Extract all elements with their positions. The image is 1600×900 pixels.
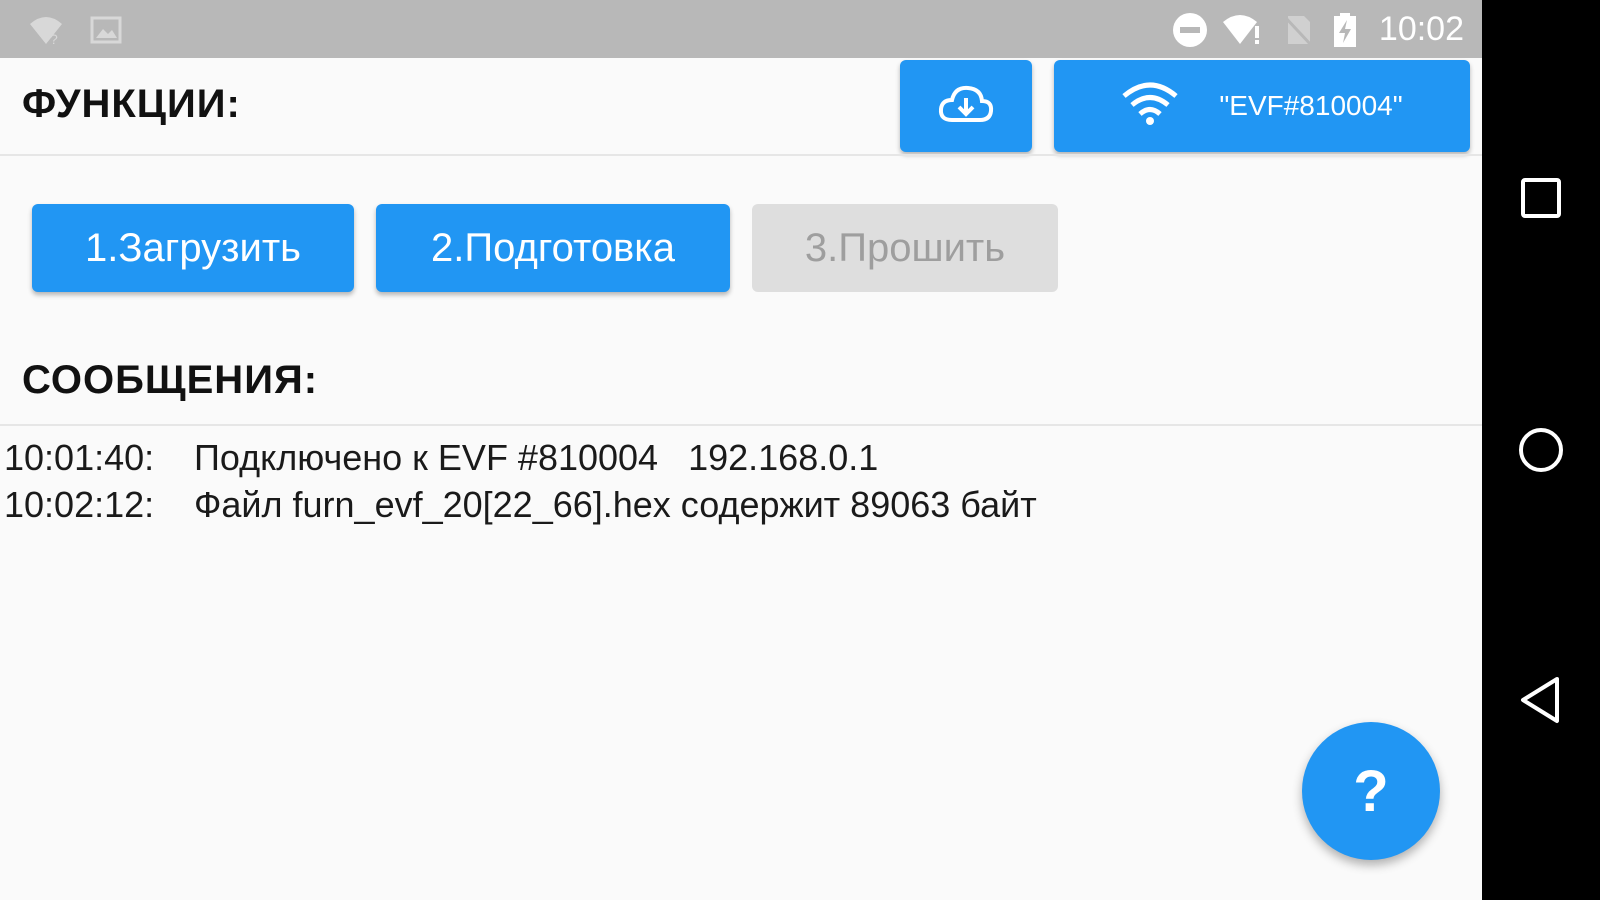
functions-title: ФУНКЦИИ: bbox=[22, 82, 241, 126]
log-row: 10:01:40: Подключено к EVF #810004 192.16… bbox=[4, 434, 1037, 481]
prepare-button[interactable]: 2.Подготовка bbox=[376, 204, 730, 292]
status-bar: ? 10:02 bbox=[0, 0, 1482, 58]
log-row: 10:02:12: Файл furn_evf_20[22_66].hex сод… bbox=[4, 481, 1037, 528]
log-text: Файл furn_evf_20[22_66].hex содержит 890… bbox=[194, 484, 1037, 525]
log-text: Подключено к EVF #810004 192.168.0.1 bbox=[194, 437, 879, 478]
image-icon bbox=[88, 12, 124, 48]
load-button[interactable]: 1.Загрузить bbox=[32, 204, 354, 292]
header-divider bbox=[0, 154, 1482, 156]
status-time: 10:02 bbox=[1378, 10, 1464, 48]
recents-square-icon bbox=[1519, 176, 1563, 225]
flash-button-label: 3.Прошить bbox=[804, 225, 1006, 270]
load-button-label: 1.Загрузить bbox=[85, 225, 301, 270]
help-label: ? bbox=[1353, 758, 1389, 824]
navigation-bar bbox=[1482, 0, 1600, 900]
recents-button[interactable] bbox=[1511, 170, 1571, 230]
do-not-disturb-icon bbox=[1172, 12, 1208, 48]
wifi-network-button[interactable]: "EVF#810004" bbox=[1054, 60, 1470, 152]
no-sim-icon bbox=[1280, 12, 1316, 48]
message-log: 10:01:40: Подключено к EVF #810004 192.16… bbox=[4, 434, 1037, 528]
flash-button: 3.Прошить bbox=[752, 204, 1058, 292]
prepare-button-label: 2.Подготовка bbox=[431, 225, 675, 270]
download-button[interactable] bbox=[900, 60, 1032, 152]
cloud-download-icon bbox=[938, 84, 994, 129]
back-button[interactable] bbox=[1511, 672, 1571, 732]
messages-divider bbox=[0, 424, 1482, 426]
svg-text:?: ? bbox=[50, 31, 58, 47]
help-fab-button[interactable]: ? bbox=[1302, 722, 1440, 860]
home-button[interactable] bbox=[1511, 422, 1571, 482]
log-time: 10:02:12: bbox=[4, 484, 155, 525]
wifi-unknown-icon: ? bbox=[28, 12, 64, 48]
screen: ? 10:02 ФУНКЦИИ: "EVF#810004" 1.Загрузит… bbox=[0, 0, 1600, 900]
wifi-icon bbox=[1121, 82, 1179, 131]
wifi-network-label: "EVF#810004" bbox=[1219, 90, 1403, 121]
battery-charging-icon bbox=[1330, 12, 1366, 48]
wifi-alert-icon bbox=[1222, 12, 1259, 48]
back-triangle-icon bbox=[1517, 675, 1565, 730]
log-time: 10:01:40: bbox=[4, 437, 155, 478]
home-circle-icon bbox=[1516, 425, 1566, 480]
app-content: ФУНКЦИИ: "EVF#810004" 1.Загрузить 2.Подг… bbox=[0, 58, 1482, 900]
messages-title: СООБЩЕНИЯ: bbox=[22, 358, 319, 402]
